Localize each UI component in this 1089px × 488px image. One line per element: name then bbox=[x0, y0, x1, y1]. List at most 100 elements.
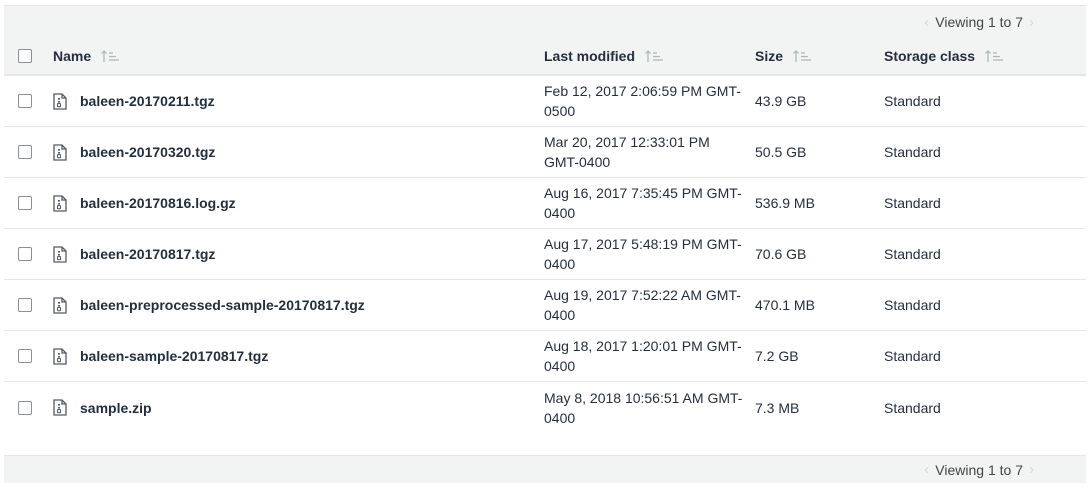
column-label-storage-class[interactable]: Storage class bbox=[884, 48, 975, 64]
pagination-bar-top: ‹ Viewing 1 to 7 › bbox=[4, 5, 1086, 38]
column-header-name[interactable]: Name bbox=[53, 38, 533, 74]
last-modified-value: Mar 20, 2017 12:33:01 PM GMT-0400 bbox=[544, 134, 710, 170]
table-row[interactable]: sample.zip May 8, 2018 10:56:51 AM GMT-0… bbox=[4, 382, 1086, 433]
size-value: 536.9 MB bbox=[755, 195, 815, 211]
column-header-last-modified[interactable]: Last modified bbox=[544, 38, 752, 74]
table-row[interactable]: baleen-sample-20170817.tgz Aug 18, 2017 … bbox=[4, 331, 1086, 382]
last-modified-cell: Aug 18, 2017 1:20:01 PM GMT-0400 bbox=[544, 331, 752, 381]
size-value: 43.9 GB bbox=[755, 93, 807, 109]
row-checkbox[interactable] bbox=[18, 196, 32, 210]
storage-class-value: Standard bbox=[884, 195, 941, 211]
last-modified-value: Feb 12, 2017 2:06:59 PM GMT-0500 bbox=[544, 83, 741, 119]
name-cell: sample.zip bbox=[53, 382, 533, 433]
storage-class-value: Standard bbox=[884, 144, 941, 160]
storage-class-cell: Standard bbox=[884, 382, 1084, 433]
sort-icon[interactable] bbox=[100, 49, 120, 63]
viewing-count: Viewing 1 to 7 bbox=[935, 461, 1023, 478]
table-row[interactable]: baleen-preprocessed-sample-20170817.tgz … bbox=[4, 280, 1086, 331]
zip-file-icon bbox=[53, 399, 69, 416]
file-name-link[interactable]: baleen-20170320.tgz bbox=[80, 144, 215, 160]
size-cell: 470.1 MB bbox=[755, 280, 875, 330]
table-row[interactable]: baleen-20170320.tgz Mar 20, 2017 12:33:0… bbox=[4, 127, 1086, 178]
header-checkbox-cell bbox=[18, 38, 48, 74]
size-value: 7.3 MB bbox=[755, 399, 800, 416]
size-value: 7.2 GB bbox=[755, 348, 799, 364]
column-label-last-modified[interactable]: Last modified bbox=[544, 48, 635, 64]
row-checkbox[interactable] bbox=[18, 94, 32, 108]
last-modified-cell: Aug 17, 2017 5:48:19 PM GMT-0400 bbox=[544, 229, 752, 279]
chevron-right-icon[interactable]: › bbox=[1023, 461, 1040, 478]
row-checkbox[interactable] bbox=[18, 400, 32, 415]
column-header-size[interactable]: Size bbox=[755, 38, 875, 74]
last-modified-value: Aug 19, 2017 7:52:22 AM GMT-0400 bbox=[544, 287, 741, 323]
column-header-storage-class[interactable]: Storage class bbox=[884, 38, 1084, 74]
file-name-link[interactable]: baleen-20170817.tgz bbox=[80, 246, 215, 262]
size-cell: 70.6 GB bbox=[755, 229, 875, 279]
sort-icon[interactable] bbox=[792, 49, 812, 63]
storage-class-value: Standard bbox=[884, 246, 941, 262]
chevron-left-icon[interactable]: ‹ bbox=[918, 14, 935, 31]
pagination-controls: ‹ Viewing 1 to 7 › bbox=[918, 14, 1040, 31]
chevron-right-icon[interactable]: › bbox=[1023, 14, 1040, 31]
size-value: 70.6 GB bbox=[755, 246, 807, 262]
storage-class-value: Standard bbox=[884, 399, 941, 416]
row-checkbox-cell bbox=[18, 76, 48, 126]
zip-file-icon bbox=[53, 245, 69, 263]
storage-class-value: Standard bbox=[884, 348, 941, 364]
row-checkbox-cell bbox=[18, 382, 48, 433]
column-label-name[interactable]: Name bbox=[53, 48, 91, 64]
row-checkbox[interactable] bbox=[18, 247, 32, 261]
storage-class-value: Standard bbox=[884, 93, 941, 109]
size-cell: 43.9 GB bbox=[755, 76, 875, 126]
last-modified-value: Aug 17, 2017 5:48:19 PM GMT-0400 bbox=[544, 236, 742, 272]
name-cell: baleen-20170817.tgz bbox=[53, 229, 533, 279]
size-cell: 50.5 GB bbox=[755, 127, 875, 177]
file-name-link[interactable]: sample.zip bbox=[80, 400, 152, 416]
name-cell: baleen-20170320.tgz bbox=[53, 127, 533, 177]
storage-class-cell: Standard bbox=[884, 280, 1084, 330]
file-name-link[interactable]: baleen-preprocessed-sample-20170817.tgz bbox=[80, 297, 365, 313]
last-modified-value: May 8, 2018 10:56:51 AM GMT-0400 bbox=[544, 389, 743, 426]
table-header: Name Last modified Size Storage class bbox=[4, 38, 1086, 76]
viewing-count: Viewing 1 to 7 bbox=[935, 14, 1023, 30]
zip-file-icon bbox=[53, 92, 69, 110]
table-row[interactable]: baleen-20170211.tgz Feb 12, 2017 2:06:59… bbox=[4, 76, 1086, 127]
name-cell: baleen-preprocessed-sample-20170817.tgz bbox=[53, 280, 533, 330]
storage-class-cell: Standard bbox=[884, 76, 1084, 126]
size-cell: 536.9 MB bbox=[755, 178, 875, 228]
row-checkbox[interactable] bbox=[18, 349, 32, 363]
row-checkbox[interactable] bbox=[18, 145, 32, 159]
name-cell: baleen-sample-20170817.tgz bbox=[53, 331, 533, 381]
storage-class-cell: Standard bbox=[884, 127, 1084, 177]
sort-icon[interactable] bbox=[984, 49, 1004, 63]
size-cell: 7.2 GB bbox=[755, 331, 875, 381]
table-body: baleen-20170211.tgz Feb 12, 2017 2:06:59… bbox=[4, 76, 1086, 433]
storage-class-cell: Standard bbox=[884, 229, 1084, 279]
chevron-left-icon[interactable]: ‹ bbox=[918, 461, 935, 478]
last-modified-value: Aug 16, 2017 7:35:45 PM GMT-0400 bbox=[544, 185, 742, 221]
sort-icon[interactable] bbox=[644, 49, 664, 63]
zip-file-icon bbox=[53, 194, 69, 212]
file-name-link[interactable]: baleen-20170816.log.gz bbox=[80, 195, 236, 211]
storage-class-cell: Standard bbox=[884, 331, 1084, 381]
storage-class-cell: Standard bbox=[884, 178, 1084, 228]
row-checkbox[interactable] bbox=[18, 298, 32, 312]
last-modified-cell: Aug 16, 2017 7:35:45 PM GMT-0400 bbox=[544, 178, 752, 228]
row-checkbox-cell bbox=[18, 280, 48, 330]
size-cell: 7.3 MB bbox=[755, 382, 875, 433]
storage-class-value: Standard bbox=[884, 297, 941, 313]
table-row[interactable]: baleen-20170816.log.gz Aug 16, 2017 7:35… bbox=[4, 178, 1086, 229]
select-all-checkbox[interactable] bbox=[18, 49, 32, 63]
last-modified-cell: May 8, 2018 10:56:51 AM GMT-0400 bbox=[544, 382, 752, 433]
last-modified-cell: Mar 20, 2017 12:33:01 PM GMT-0400 bbox=[544, 127, 752, 177]
size-value: 470.1 MB bbox=[755, 297, 815, 313]
pagination-controls: ‹ Viewing 1 to 7 › bbox=[918, 461, 1040, 478]
row-checkbox-cell bbox=[18, 178, 48, 228]
zip-file-icon bbox=[53, 296, 69, 314]
file-name-link[interactable]: baleen-20170211.tgz bbox=[80, 93, 215, 109]
row-checkbox-cell bbox=[18, 127, 48, 177]
table-row[interactable]: baleen-20170817.tgz Aug 17, 2017 5:48:19… bbox=[4, 229, 1086, 280]
file-name-link[interactable]: baleen-sample-20170817.tgz bbox=[80, 348, 268, 364]
name-cell: baleen-20170816.log.gz bbox=[53, 178, 533, 228]
column-label-size[interactable]: Size bbox=[755, 48, 783, 64]
